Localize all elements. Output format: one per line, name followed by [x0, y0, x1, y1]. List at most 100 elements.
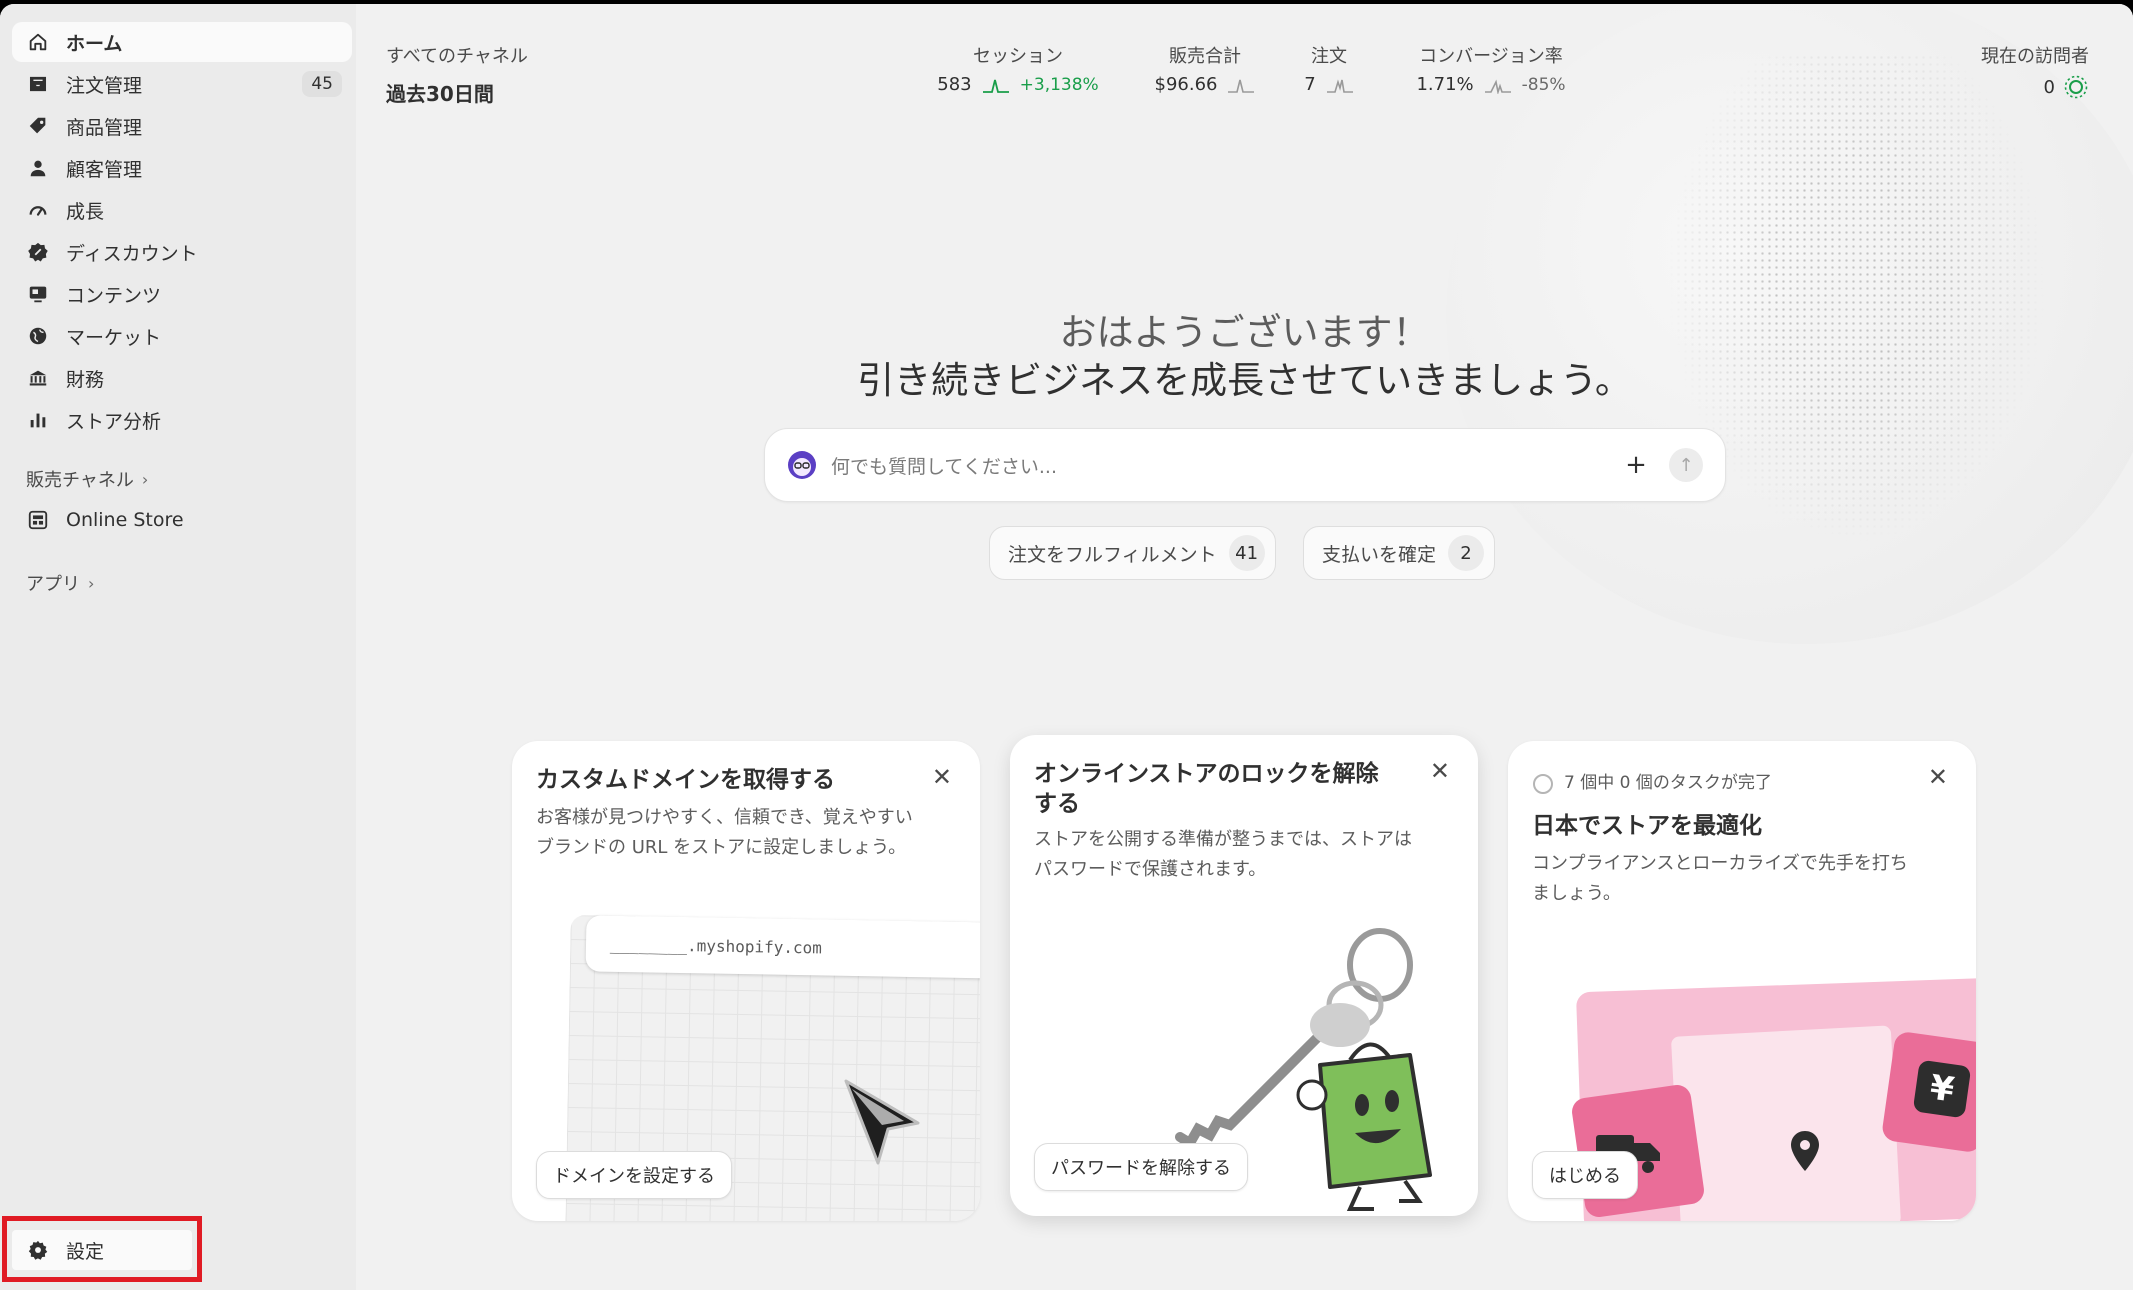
metric-label: 注文 [1311, 46, 1347, 67]
chip-count: 2 [1448, 535, 1485, 571]
sales-channels-header[interactable]: 販売チャネル › [26, 466, 148, 492]
live-visitors[interactable]: 現在の訪問者 0 [1981, 42, 2089, 100]
metric-value: 7 [1304, 74, 1316, 95]
sidebar-item-finance[interactable]: 財務 [12, 358, 352, 398]
sparkline-icon [1228, 79, 1255, 93]
metric-total-sales[interactable]: 販売合計 $96.66 [1140, 42, 1270, 95]
apps-header[interactable]: アプリ › [26, 570, 94, 596]
metric-label: コンバージョン率 [1419, 46, 1563, 67]
metric-orders[interactable]: 注文 7 [1284, 42, 1374, 95]
apps-label: アプリ [26, 574, 80, 595]
sidebar-item-label: 財務 [66, 368, 105, 391]
unlock-store-card: オンラインストアのロックを解除 する ✕ ストアを公開する準備が整うまでは、スト… [1010, 735, 1478, 1216]
metric-label: 販売合計 [1169, 46, 1241, 67]
sidebar-item-growth[interactable]: 成長 [12, 190, 352, 230]
metric-label: セッション [973, 46, 1063, 67]
card-title: 日本でストアを最適化 [1532, 813, 1762, 839]
store-icon [26, 508, 50, 532]
sidebar-item-label: 商品管理 [66, 116, 143, 139]
sidebar-item-label: ディスカウント [66, 242, 198, 265]
gauge-icon [26, 198, 50, 222]
tag-icon [26, 114, 50, 138]
metric-value: $96.66 [1154, 74, 1218, 95]
sidebar-item-home[interactable]: ホーム [12, 22, 352, 62]
metric-delta: +3,138% [1019, 74, 1099, 95]
ask-input[interactable]: 何でも質問してください... [831, 452, 1621, 479]
custom-domain-card: カスタムドメインを取得する ✕ お客様が見つけやすく、信頼でき、覚えやすい ブラ… [512, 741, 980, 1221]
close-icon[interactable]: ✕ [1430, 757, 1450, 785]
sparkline-icon [1484, 79, 1511, 94]
inbox-icon [26, 72, 50, 96]
chip-label: 支払いを確定 [1322, 543, 1437, 566]
sidebar-item-label: Online Store [66, 509, 184, 531]
sidebar-item-label: コンテンツ [66, 284, 162, 307]
shopify-admin-window: ホーム 注文管理 45 商品管理 顧客管理 成長 ディスカウント コンテンツ マ… [0, 4, 2133, 1290]
progress-circle-icon [1533, 774, 1553, 794]
fulfill-orders-chip[interactable]: 注文をフルフィルメント 41 [989, 526, 1276, 580]
sidebar-item-label: ストア分析 [66, 410, 162, 433]
channel-filter: すべてのチャネル [386, 46, 528, 67]
sparkline-icon [1326, 78, 1353, 93]
chip-label: 注文をフルフィルメント [1008, 543, 1217, 566]
main-content: すべてのチャネル 過去30日間 セッション 583 +3,138% 販売合計 $… [356, 4, 2133, 1290]
sidebar-item-customers[interactable]: 顧客管理 [12, 148, 352, 188]
card-title: カスタムドメインを取得する [536, 767, 835, 793]
url-bar-illustration: ________.myshopify.com [585, 915, 980, 979]
sidebar-item-label: ホーム [66, 32, 123, 55]
sales-channels-label: 販売チャネル [26, 470, 134, 491]
sidebar-item-discounts[interactable]: ディスカウント [12, 232, 352, 272]
metric-delta: -85% [1521, 74, 1566, 95]
plus-icon[interactable]: + [1621, 450, 1651, 480]
greeting-line-1: おはようございます！ [1059, 311, 1430, 354]
card-body-line-2: ブランドの URL をストアに設定しましょう。 [536, 837, 907, 858]
chevron-right-icon: › [141, 469, 149, 489]
settings-highlight-box [2, 1216, 202, 1282]
live-pulse-icon [2064, 75, 2088, 99]
chip-count: 41 [1228, 535, 1265, 571]
bank-icon [26, 366, 50, 390]
sidebar-item-label: 注文管理 [66, 74, 143, 97]
close-icon[interactable]: ✕ [1928, 763, 1948, 791]
card-body-line-1: お客様が見つけやすく、信頼でき、覚えやすい [536, 807, 913, 828]
discount-badge-icon [26, 240, 50, 264]
metric-value: 583 [937, 74, 972, 95]
japan-map-sheet [1670, 1025, 1902, 1221]
sidebar-item-orders[interactable]: 注文管理 45 [12, 64, 352, 104]
card-title-line-1: オンラインストアのロックを解除 [1034, 761, 1379, 787]
bar-chart-icon [26, 408, 50, 432]
greeting-line-2: 引き続きビジネスを成長させていきましょう。 [857, 359, 1632, 402]
close-icon[interactable]: ✕ [932, 763, 952, 791]
orders-count-badge: 45 [302, 71, 342, 97]
set-domain-button[interactable]: ドメインを設定する [536, 1151, 732, 1199]
card-body-line-1: ストアを公開する準備が整うまでは、ストアは [1034, 829, 1412, 850]
sidekick-ask-bar[interactable]: 何でも質問してください... + ↑ [764, 428, 1726, 502]
sidebar-item-analytics[interactable]: ストア分析 [12, 400, 352, 440]
visitors-value: 0 [2043, 76, 2055, 98]
sparkline-icon [982, 79, 1009, 93]
yen-icon: ¥ [1912, 1059, 1972, 1119]
cursor-arrow-icon [844, 1079, 920, 1165]
get-started-button[interactable]: はじめる [1532, 1151, 1638, 1199]
task-progress: 7 個中 0 個のタスクが完了 [1564, 773, 1772, 793]
sidebar-item-markets[interactable]: マーケット [12, 316, 352, 356]
metric-conversion-rate[interactable]: コンバージョン率 1.71% -85% [1386, 42, 1596, 95]
sidebar-item-products[interactable]: 商品管理 [12, 106, 352, 146]
send-arrow-icon[interactable]: ↑ [1669, 448, 1703, 482]
map-pin-icon [1791, 1131, 1819, 1171]
visitors-label: 現在の訪問者 [1981, 46, 2089, 67]
card-body-line-1: コンプライアンスとローカライズで先手を打ち [1532, 853, 1908, 874]
sidekick-avatar-icon [788, 451, 816, 479]
sidebar-item-content[interactable]: コンテンツ [12, 274, 352, 314]
channel-date-filter[interactable]: すべてのチャネル 過去30日間 [386, 42, 528, 107]
capture-payments-chip[interactable]: 支払いを確定 2 [1303, 526, 1496, 580]
remove-password-button[interactable]: パスワードを解除する [1034, 1143, 1248, 1191]
card-title-line-2: する [1034, 791, 1080, 817]
metric-sessions[interactable]: セッション 583 +3,138% [928, 42, 1108, 95]
sidebar-item-online-store[interactable]: Online Store [12, 500, 352, 540]
optimize-japan-card: 7 個中 0 個のタスクが完了 ✕ 日本でストアを最適化 コンプライアンスとロー… [1508, 741, 1976, 1221]
globe-icon [26, 324, 50, 348]
card-body-line-2: パスワードで保護されます。 [1034, 859, 1267, 880]
home-icon [26, 30, 50, 54]
sidebar-item-label: マーケット [66, 326, 162, 349]
content-icon [26, 282, 50, 306]
